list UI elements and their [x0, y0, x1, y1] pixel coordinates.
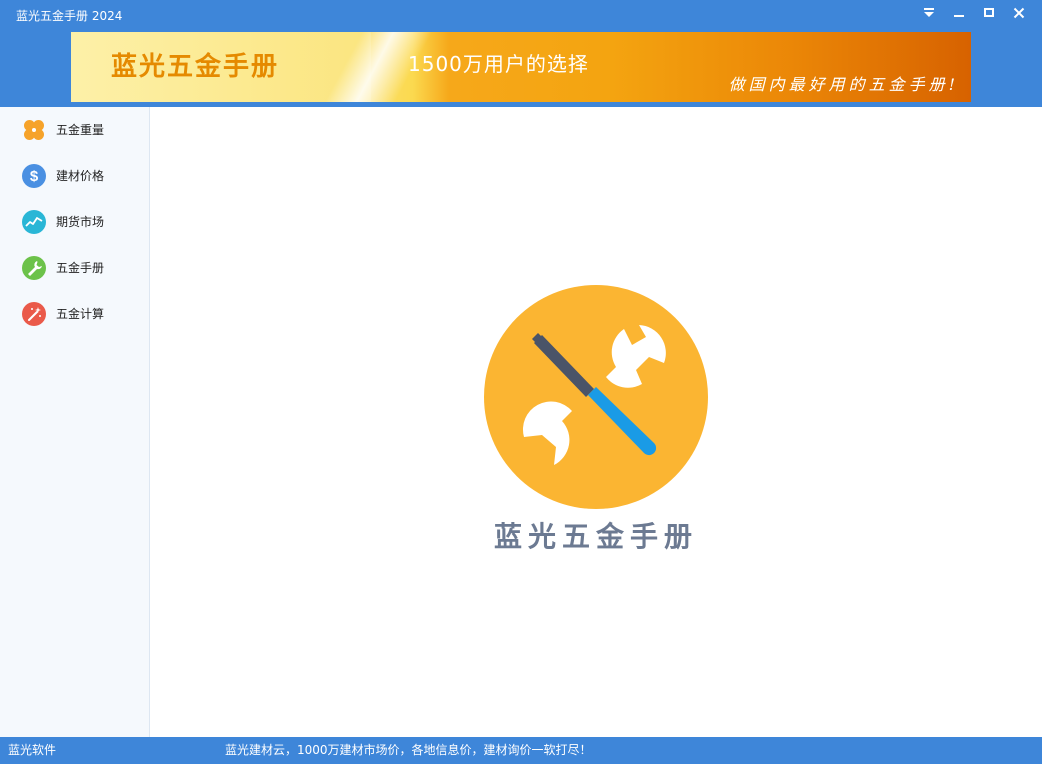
maximize-button[interactable] [974, 2, 1004, 24]
title-bar[interactable]: 蓝光五金手册 2024 蓝光五金手册 1500万用户的选择 做国内最好用的五金手… [0, 0, 1042, 107]
sidebar-item-label: 期货市场 [56, 215, 105, 229]
clover-icon [22, 118, 46, 142]
window-title: 蓝光五金手册 2024 [16, 9, 123, 23]
main-panel: 蓝光五金手册 [150, 107, 1042, 737]
wrench-icon [22, 256, 46, 280]
trend-chart-icon [22, 210, 46, 234]
magic-wand-icon [22, 302, 46, 326]
status-left-text: 蓝光软件 [8, 743, 57, 757]
sidebar: 五金重量 $ 建材价格 期货市场 五金手册 五金计算 [0, 107, 150, 737]
menu-button[interactable] [914, 2, 944, 24]
ad-banner[interactable]: 蓝光五金手册 1500万用户的选择 做国内最好用的五金手册! [71, 32, 971, 102]
app-window: 蓝光五金手册 2024 蓝光五金手册 1500万用户的选择 做国内最好用的五金手… [0, 0, 1042, 764]
svg-text:$: $ [30, 168, 39, 185]
close-button[interactable] [1004, 2, 1034, 24]
status-message[interactable]: 蓝光建材云，1000万建材市场价，各地信息价，建材询价一软打尽！ [225, 742, 592, 758]
maximize-icon [984, 8, 994, 17]
wrench-screwdriver-icon [484, 285, 708, 509]
sidebar-item-label: 五金计算 [56, 307, 105, 321]
sidebar-item-hardware-weight[interactable]: 五金重量 [0, 110, 149, 150]
banner-slogan: 1500万用户的选择 [408, 52, 589, 76]
window-controls [914, 2, 1034, 24]
minimize-button[interactable] [944, 2, 974, 24]
sidebar-item-material-price[interactable]: $ 建材价格 [0, 156, 149, 196]
sidebar-item-label: 五金手册 [56, 261, 105, 275]
menu-icon [924, 8, 934, 17]
sidebar-item-futures-market[interactable]: 期货市场 [0, 202, 149, 242]
banner-title: 蓝光五金手册 [111, 52, 280, 82]
logo-text: 蓝光五金手册 [493, 520, 698, 553]
banner-tagline: 做国内最好用的五金手册! [728, 75, 959, 94]
status-bar: 蓝光软件 蓝光建材云，1000万建材市场价，各地信息价，建材询价一软打尽！ [0, 737, 1042, 764]
sidebar-item-hardware-manual[interactable]: 五金手册 [0, 248, 149, 288]
sidebar-item-label: 五金重量 [56, 123, 105, 137]
close-icon [1013, 7, 1025, 19]
sidebar-item-label: 建材价格 [56, 169, 105, 183]
minimize-icon [954, 15, 964, 17]
dollar-icon: $ [22, 164, 46, 188]
sidebar-item-hardware-calc[interactable]: 五金计算 [0, 294, 149, 334]
